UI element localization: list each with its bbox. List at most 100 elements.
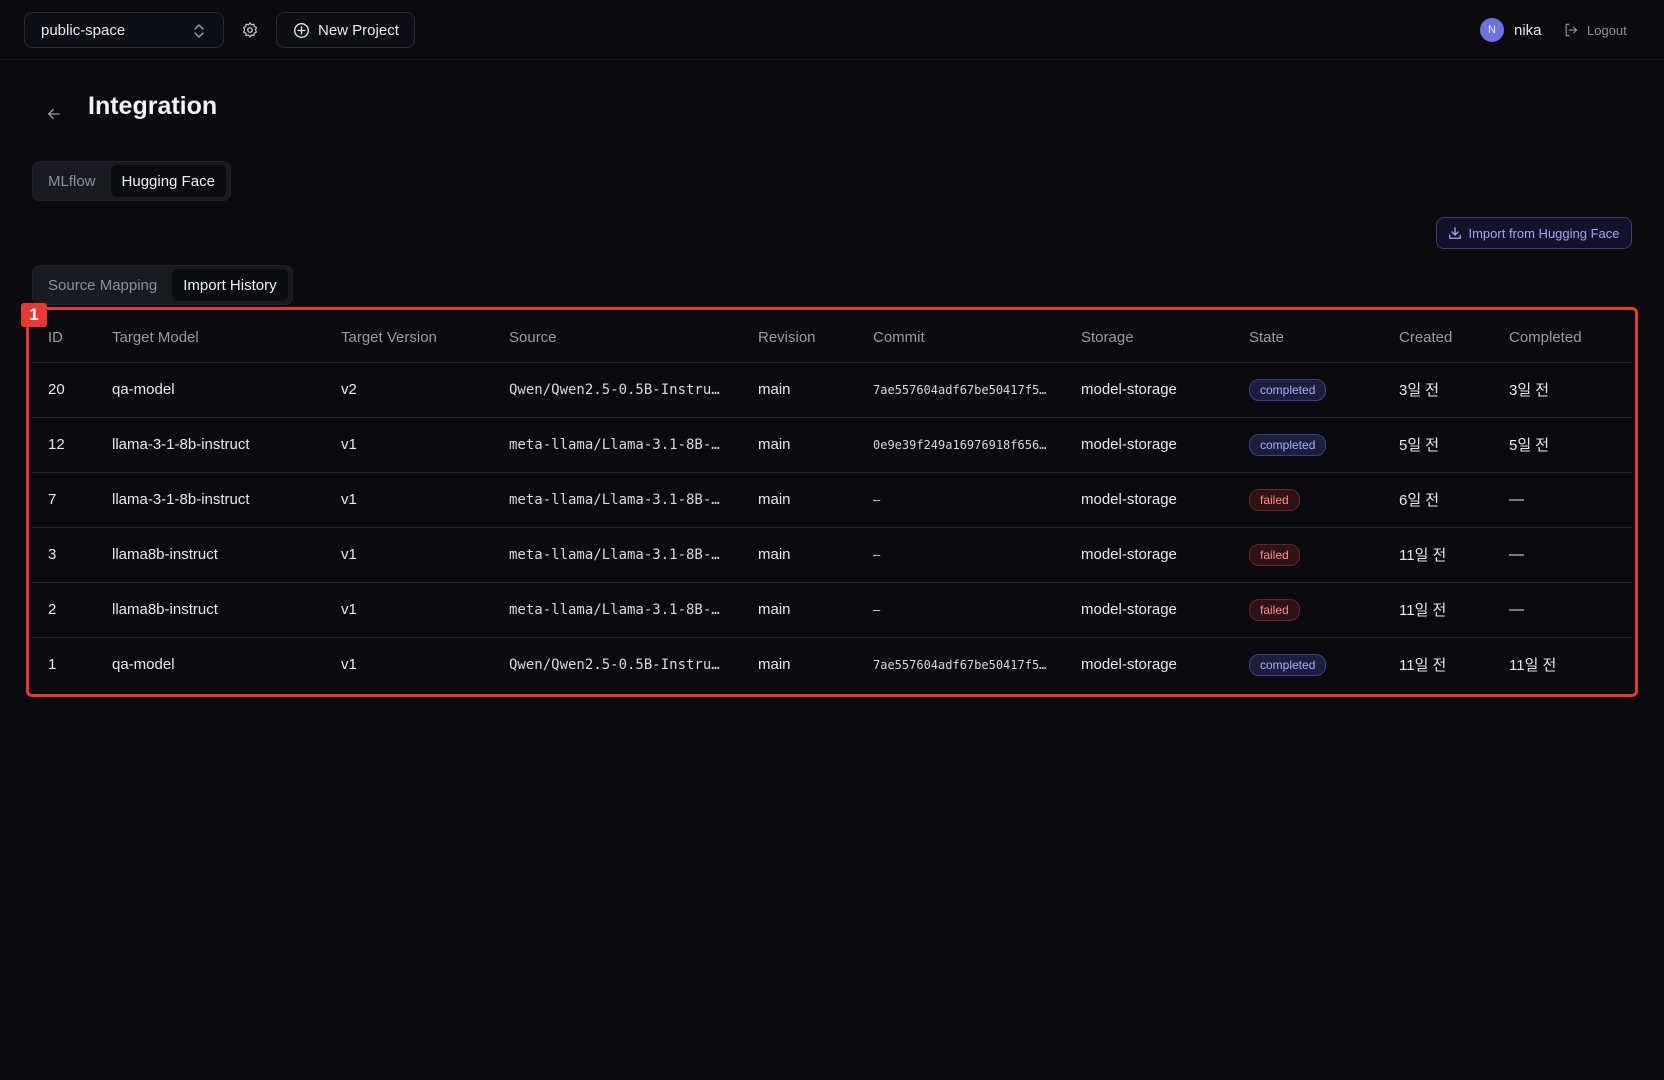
cell-target-version: v1 (325, 417, 493, 473)
cell-revision: main (742, 582, 857, 638)
table-row[interactable]: 3 llama8b-instruct v1 meta-llama/Llama-3.1-… (32, 527, 1632, 583)
cell-created: 3일 전 (1383, 362, 1493, 418)
status-badge: completed (1249, 378, 1327, 401)
logout-icon (1565, 23, 1578, 37)
cell-target-model: qa-model (96, 362, 325, 418)
created-text: 11일 전 (1399, 602, 1447, 619)
table-row[interactable]: 1 qa-model v1 Qwen/Qwen2.5-0.5B-Instru… main… (32, 637, 1632, 692)
id-text: 20 (48, 381, 65, 398)
tab-mlflow[interactable]: MLflow (37, 165, 107, 197)
cell-commit: 7ae557604adf67be50417f5… (857, 637, 1065, 692)
commit-text: – (873, 548, 881, 562)
table-row[interactable]: 2 llama8b-instruct v1 meta-llama/Llama-3.1-… (32, 582, 1632, 638)
workspace-select[interactable]: public-space (24, 12, 224, 48)
revision-text: main (758, 656, 791, 674)
id-text: 12 (48, 436, 65, 453)
cell-commit: 7ae557604adf67be50417f5… (857, 362, 1065, 418)
cell-completed: — (1493, 582, 1632, 638)
table-row[interactable]: 20 qa-model v2 Qwen/Qwen2.5-0.5B-Instru… mai… (32, 362, 1632, 418)
target-model-text: qa-model (112, 381, 175, 398)
target-model-text: llama8b-instruct (112, 601, 218, 618)
target-version-text: v2 (341, 381, 357, 398)
cell-revision: main (742, 362, 857, 418)
cell-storage: model-storage (1065, 637, 1233, 692)
cell-id: 20 (32, 362, 96, 418)
tab-hugging-face[interactable]: Hugging Face (110, 165, 226, 197)
column-header: Target Model (96, 314, 325, 363)
created-text: 6일 전 (1399, 492, 1440, 509)
cell-source: Qwen/Qwen2.5-0.5B-Instru… (493, 362, 742, 418)
completed-text: — (1509, 491, 1524, 508)
storage-text: model-storage (1081, 381, 1177, 398)
table-row[interactable]: 7 llama-3-1-8b-instruct v1 meta-llama/Llama… (32, 472, 1632, 528)
logout-button[interactable]: Logout (1563, 19, 1627, 41)
cell-state: failed (1233, 527, 1383, 583)
id-text: 7 (48, 491, 57, 508)
gear-icon (242, 22, 258, 38)
cell-target-model: qa-model (96, 637, 325, 692)
new-project-button[interactable]: New Project (276, 12, 415, 48)
cell-created: 5일 전 (1383, 417, 1493, 473)
new-project-label: New Project (318, 21, 399, 39)
logout-label: Logout (1587, 22, 1627, 38)
revision-text: main (758, 436, 791, 453)
revision-text: main (758, 491, 791, 508)
target-model-text: llama-3-1-8b-instruct (112, 491, 250, 508)
cell-source: meta-llama/Llama-3.1-8B-… (493, 417, 742, 473)
workspace-label: public-space (41, 21, 126, 39)
user-menu[interactable]: N nika (1480, 17, 1542, 43)
import-from-hugging-face-button[interactable]: Import from Hugging Face (1436, 217, 1632, 249)
column-header: Completed (1493, 314, 1632, 363)
target-version-text: v1 (341, 491, 357, 508)
cell-id: 2 (32, 582, 96, 638)
cell-revision: main (742, 417, 857, 473)
settings-button[interactable] (238, 18, 262, 42)
cell-state: completed (1233, 417, 1383, 473)
source-text: meta-llama/Llama-3.1-8B-… (509, 602, 720, 618)
cell-source: meta-llama/Llama-3.1-8B-… (493, 527, 742, 583)
status-badge: failed (1249, 543, 1300, 566)
revision-text: main (758, 546, 791, 563)
cell-state: failed (1233, 582, 1383, 638)
source-text: meta-llama/Llama-3.1-8B-… (509, 547, 720, 563)
cell-revision: main (742, 527, 857, 583)
cell-id: 7 (32, 472, 96, 528)
cell-created: 11일 전 (1383, 637, 1493, 692)
source-text: meta-llama/Llama-3.1-8B-… (509, 437, 720, 453)
storage-text: model-storage (1081, 656, 1177, 674)
commit-text: – (873, 493, 881, 507)
cell-target-version: v2 (325, 362, 493, 418)
cell-id: 3 (32, 527, 96, 583)
column-header: Created (1383, 314, 1493, 363)
column-header: Revision (742, 314, 857, 363)
cell-created: 11일 전 (1383, 582, 1493, 638)
cell-completed: 3일 전 (1493, 362, 1632, 418)
revision-text: main (758, 381, 791, 398)
cell-id: 1 (32, 637, 96, 692)
source-text: Qwen/Qwen2.5-0.5B-Instru… (509, 382, 720, 398)
cell-state: failed (1233, 472, 1383, 528)
completed-text: 5일 전 (1509, 437, 1550, 454)
target-version-text: v1 (341, 601, 357, 618)
target-version-text: v1 (341, 436, 357, 453)
tab-import-history[interactable]: Import History (172, 269, 288, 301)
avatar: N (1480, 18, 1504, 42)
cell-target-version: v1 (325, 582, 493, 638)
cell-revision: main (742, 472, 857, 528)
import-button-label: Import from Hugging Face (1468, 225, 1620, 241)
commit-text: 7ae557604adf67be50417f5… (873, 383, 1047, 397)
cell-commit: – (857, 527, 1065, 583)
created-text: 11일 전 (1399, 547, 1447, 564)
tab-source-mapping[interactable]: Source Mapping (37, 269, 168, 301)
back-button[interactable] (44, 104, 64, 124)
storage-text: model-storage (1081, 546, 1177, 563)
id-text: 1 (48, 656, 57, 674)
cell-target-version: v1 (325, 637, 493, 692)
sub-tabs: Source Mapping Import History (32, 265, 293, 305)
cell-commit: – (857, 472, 1065, 528)
top-bar: public-space New Project N nika Logout (0, 0, 1664, 60)
cell-target-version: v1 (325, 472, 493, 528)
cell-target-model: llama8b-instruct (96, 527, 325, 583)
table-row[interactable]: 12 llama-3-1-8b-instruct v1 meta-llama/Llam… (32, 417, 1632, 473)
cell-created: 6일 전 (1383, 472, 1493, 528)
